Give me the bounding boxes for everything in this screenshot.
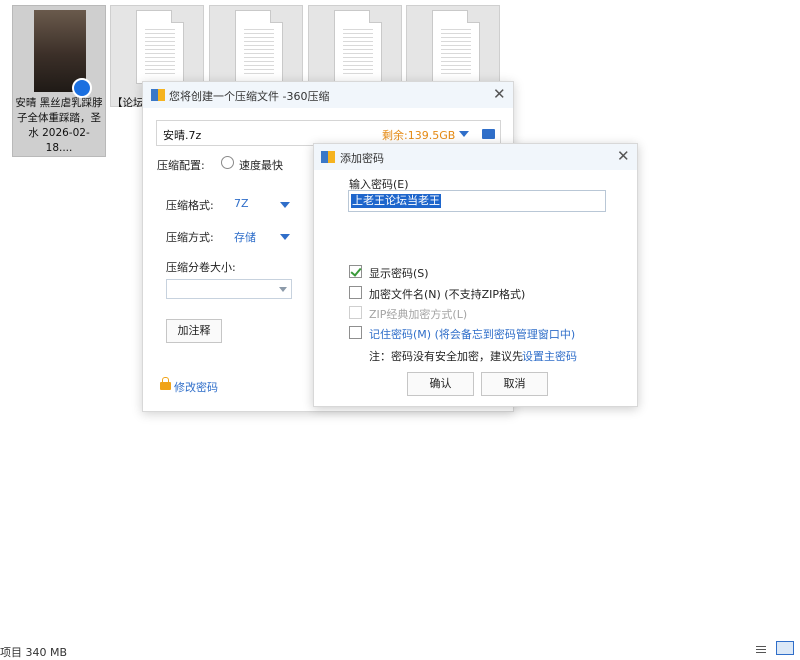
method-value[interactable]: 存储: [234, 229, 256, 245]
chevron-down-icon[interactable]: [459, 131, 469, 137]
zip-classic-label: ZIP经典加密方式(L): [369, 308, 468, 321]
file-tile-video[interactable]: 安晴 黑丝虐乳踩脖子全体重踩踏，圣水 2026-02-18....: [12, 5, 106, 157]
remember-password-label: 记住密码(M) (将会备忘到密码管理窗口中): [369, 328, 576, 341]
show-password-label: 显示密码(S): [369, 267, 429, 280]
chevron-down-icon: [279, 287, 287, 292]
video-app-badge-icon: [72, 78, 92, 98]
document-icon: [432, 10, 480, 84]
ok-button[interactable]: 确认: [407, 372, 474, 396]
format-dropdown-icon[interactable]: [280, 202, 290, 208]
file-caption: 安晴 黑丝虐乳踩脖子全体重踩踏，圣水 2026-02-18....: [15, 97, 103, 154]
encrypt-filenames-label: 加密文件名(N) (不支持ZIP格式): [369, 288, 526, 301]
encrypt-filenames-checkbox[interactable]: [349, 286, 362, 299]
compress-window-titlebar[interactable]: 您将创建一个压缩文件 -360压缩 ✕: [143, 82, 513, 108]
remember-password-checkbox[interactable]: [349, 326, 362, 339]
360zip-app-icon: [321, 151, 335, 163]
split-size-label: 压缩分卷大小:: [166, 261, 236, 274]
format-value[interactable]: 7Z: [234, 197, 249, 210]
method-dropdown-icon[interactable]: [280, 234, 290, 240]
split-size-select[interactable]: [166, 279, 292, 299]
cancel-button[interactable]: 取消: [481, 372, 548, 396]
add-comment-button[interactable]: 加注释: [166, 319, 222, 343]
password-dialog-titlebar[interactable]: 添加密码 ✕: [314, 144, 637, 170]
status-bar-text: 项目 340 MB: [0, 646, 68, 659]
speed-option-label: 速度最快: [239, 159, 283, 172]
security-note: 注：密码没有安全加密，建议先: [369, 350, 523, 363]
360zip-app-icon: [151, 89, 165, 101]
window-title: 您将创建一个压缩文件 -360压缩: [169, 90, 330, 103]
show-password-checkbox[interactable]: [349, 265, 362, 278]
config-label: 压缩配置:: [157, 159, 205, 172]
archive-name: 安晴.7z: [163, 129, 202, 142]
document-icon: [235, 10, 283, 84]
free-space-label: 剩余:139.5GB: [382, 129, 456, 142]
format-label: 压缩格式:: [166, 199, 214, 212]
change-password-link[interactable]: 修改密码: [174, 379, 218, 395]
close-icon[interactable]: ✕: [617, 149, 630, 164]
lock-icon: [160, 377, 171, 390]
document-icon: [136, 10, 184, 84]
video-thumbnail: [34, 10, 92, 98]
add-password-dialog: 添加密码 ✕ 输入密码(E) 上老王论坛当老王 显示密码(S) 加密文件名(N)…: [313, 143, 638, 407]
password-value: 上老王论坛当老王: [351, 194, 441, 208]
tile-view-icon[interactable]: [776, 641, 794, 655]
folder-icon[interactable]: [482, 129, 495, 139]
speed-radio[interactable]: [221, 156, 234, 169]
close-icon[interactable]: ✕: [493, 87, 506, 102]
document-icon: [334, 10, 382, 84]
method-label: 压缩方式:: [166, 231, 214, 244]
set-master-password-link[interactable]: 设置主密码: [522, 348, 577, 364]
dialog-title: 添加密码: [340, 152, 384, 165]
password-input[interactable]: 上老王论坛当老王: [348, 190, 606, 212]
zip-classic-checkbox[interactable]: [349, 306, 362, 319]
file-caption: 【论坛: [112, 97, 144, 109]
list-view-icon[interactable]: [756, 646, 766, 654]
